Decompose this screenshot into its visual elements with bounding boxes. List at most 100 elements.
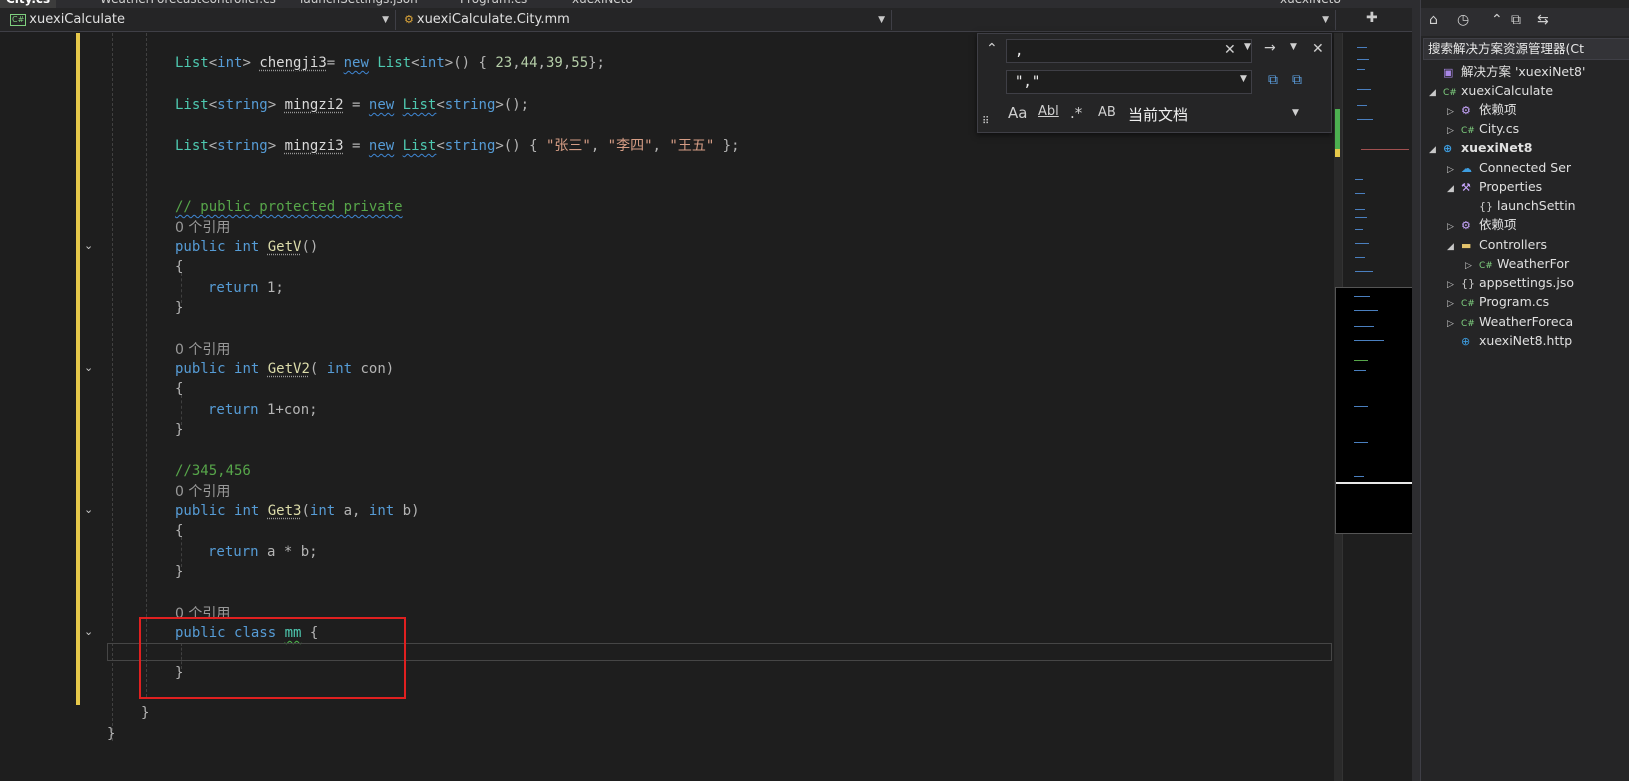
find-input[interactable]: , <box>1006 39 1252 63</box>
web-project-icon: ⊕ <box>1443 142 1453 155</box>
code-open-brace: { <box>175 259 184 275</box>
tree-item-connected-services[interactable]: ▷ ☁ Connected Ser <box>1447 158 1571 177</box>
connected-services-icon: ☁ <box>1461 162 1472 175</box>
tree-item-weatherforecast-controller[interactable]: ▷ C# WeatherFor <box>1465 254 1569 273</box>
find-next-icon[interactable]: → <box>1264 40 1276 56</box>
expand-arrow-icon[interactable]: ◢ <box>1429 84 1443 103</box>
whole-word-icon[interactable]: Abl <box>1038 104 1059 119</box>
solution-icon: ▣ <box>1443 66 1454 79</box>
solution-explorer-toolbar: ⌂ ◷ ⌃ ⧉ ⇆ <box>1421 8 1629 36</box>
tab-launchsettings[interactable]: launchSettings.json <box>300 0 418 8</box>
expand-arrow-icon[interactable]: ◢ <box>1447 238 1461 257</box>
solution-explorer-panel: ⌂ ◷ ⌃ ⧉ ⇆ 搜索解决方案资源管理器(Ct ▣ 解决方案 'xuexiNet… <box>1420 0 1629 781</box>
json-file-icon: {} <box>1461 277 1475 290</box>
codelens-references[interactable]: 0 个引用 <box>175 217 230 237</box>
regex-icon[interactable]: .* <box>1070 104 1082 122</box>
json-file-icon: {} <box>1479 200 1493 213</box>
code-editor[interactable]: ⌄ ⌄ ⌄ ⌄ List<int> chengji3= new List<int… <box>0 33 1334 781</box>
sync-view-icon[interactable]: ⇆ <box>1537 12 1549 28</box>
dependencies-icon: ⚙ <box>1461 219 1471 232</box>
code-line-getv2: public int GetV2( int con) <box>175 361 395 377</box>
tree-item-http-file[interactable]: ⊕ xuexiNet8.http <box>1447 331 1572 350</box>
close-icon[interactable]: ✕ <box>1312 41 1324 57</box>
member-dropdown-label: xuexiCalculate.City.mm <box>416 12 570 27</box>
tab-xuexinet8[interactable]: xuexiNet8 <box>572 0 633 8</box>
fold-toggle-icon[interactable]: ⌄ <box>84 625 93 638</box>
split-editor-icon[interactable]: ✚ <box>1366 10 1378 26</box>
find-options-chevron-icon[interactable]: ▼ <box>1290 42 1297 52</box>
tab-program-cs[interactable]: Program.cs <box>460 0 527 8</box>
chevron-down-icon[interactable]: ▼ <box>1292 108 1299 118</box>
code-close-brace: } <box>175 300 184 316</box>
indent-guide <box>146 33 147 697</box>
chevron-down-icon[interactable]: ▼ <box>1240 74 1247 84</box>
change-marker <box>1335 109 1340 149</box>
expand-arrow-icon[interactable]: ◢ <box>1447 180 1461 199</box>
solution-search-input[interactable]: 搜索解决方案资源管理器(Ct <box>1423 38 1629 60</box>
tab-weatherforecast-controller[interactable]: WeatherForecastController.cs <box>100 0 276 8</box>
tab-xuexinet8-right[interactable]: xuexiNet8 <box>1280 0 1341 8</box>
tree-item-weatherforecast[interactable]: ▷ C# WeatherForeca <box>1447 312 1573 331</box>
history-icon[interactable]: ◷ <box>1457 12 1469 28</box>
navigation-bar: C# xuexiCalculate ▼ ⚙ xuexiCalculate.City.… <box>0 8 1420 32</box>
minimap-cursor-line <box>1336 482 1414 484</box>
folder-icon: ▬ <box>1461 239 1472 252</box>
codelens-references[interactable]: 0 个引用 <box>175 481 230 501</box>
match-case-icon[interactable]: Aa <box>1008 104 1027 122</box>
fold-toggle-icon[interactable]: ⌄ <box>84 503 93 516</box>
preserve-case-icon[interactable]: AB <box>1098 105 1116 120</box>
code-minimap[interactable] <box>1335 33 1414 781</box>
dependencies-icon: ⚙ <box>1461 104 1471 117</box>
expand-arrow-icon[interactable]: ◢ <box>1429 141 1443 160</box>
chevron-down-icon: ▼ <box>878 15 885 25</box>
tree-item-launchsettings[interactable]: {} launchSettin <box>1465 196 1576 215</box>
copy-icon[interactable]: ⧉ <box>1511 12 1521 28</box>
tree-item-appsettings[interactable]: ▷{} appsettings.jso <box>1447 273 1574 292</box>
project-dropdown[interactable]: C# xuexiCalculate ▼ <box>4 10 396 30</box>
tree-item-city-cs[interactable]: ▷ C# City.cs <box>1447 119 1519 138</box>
code-close-brace-namespace: } <box>107 726 116 742</box>
scope-dropdown[interactable]: ▼ <box>894 10 1336 30</box>
code-close-brace-class: } <box>141 705 150 721</box>
tree-item-xuexicalculate[interactable]: ◢ C# xuexiCalculate <box>1429 81 1553 100</box>
tree-item-properties[interactable]: ◢ ⚒ Properties <box>1447 177 1542 196</box>
search-scope-dropdown[interactable]: 当前文档 <box>1128 104 1188 125</box>
code-comment-nums: //345,456 <box>175 463 251 479</box>
vs-icon[interactable]: ⌂ <box>1429 12 1438 28</box>
replace-all-icon[interactable]: ⧉ <box>1292 72 1302 88</box>
code-line-return3: return a * b; <box>208 544 318 560</box>
fold-toggle-icon[interactable]: ⌄ <box>84 361 93 374</box>
tree-item-dependencies[interactable]: ▷ ⚙ 依赖项 <box>1447 100 1517 119</box>
code-close-brace: } <box>175 422 184 438</box>
tree-item-solution[interactable]: ▣ 解决方案 'xuexiNet8' <box>1429 62 1585 81</box>
drag-handle-icon[interactable]: ⠿ <box>982 116 989 127</box>
code-line-getv: public int GetV() <box>175 239 319 255</box>
panel-splitter[interactable] <box>1412 0 1420 781</box>
code-comment-access: // public protected private <box>175 199 403 215</box>
chevron-down-icon: ▼ <box>382 15 389 25</box>
clear-search-icon[interactable]: ✕ <box>1224 42 1236 58</box>
tree-item-controllers[interactable]: ◢ ▬ Controllers <box>1447 235 1547 254</box>
minimap-viewport[interactable] <box>1335 287 1414 534</box>
member-dropdown[interactable]: ⚙ xuexiCalculate.City.mm ▼ <box>398 10 892 30</box>
code-line-mingzi3: List<string> mingzi3 = new List<string>(… <box>175 138 740 154</box>
toggle-replace-icon[interactable]: ⌃ <box>986 41 998 57</box>
tree-item-xuexinet8[interactable]: ◢ ⊕ xuexiNet8 <box>1429 138 1532 157</box>
tree-item-program-cs[interactable]: ▷ C# Program.cs <box>1447 292 1549 311</box>
codelens-references[interactable]: 0 个引用 <box>175 339 230 359</box>
highlight-annotation-box <box>139 617 406 699</box>
code-line-chengji3: List<int> chengji3= new List<int>() { 23… <box>175 55 605 71</box>
change-indicator-bar <box>76 33 80 705</box>
code-line-return1: return 1; <box>208 280 284 296</box>
code-open-brace: { <box>175 523 184 539</box>
collapse-all-icon[interactable]: ⌃ <box>1491 12 1503 28</box>
fold-toggle-icon[interactable]: ⌄ <box>84 239 93 252</box>
replace-input[interactable]: "," <box>1006 70 1252 94</box>
tree-item-dependencies-2[interactable]: ▷ ⚙ 依赖项 <box>1447 215 1517 234</box>
class-icon: ⚙ <box>404 13 414 26</box>
chevron-down-icon[interactable]: ▼ <box>1244 42 1251 52</box>
csharp-project-icon: C# <box>10 13 27 26</box>
tab-city-cs[interactable]: City.cs <box>0 0 57 8</box>
properties-icon: ⚒ <box>1461 181 1471 194</box>
replace-next-icon[interactable]: ⧉ <box>1268 72 1278 88</box>
